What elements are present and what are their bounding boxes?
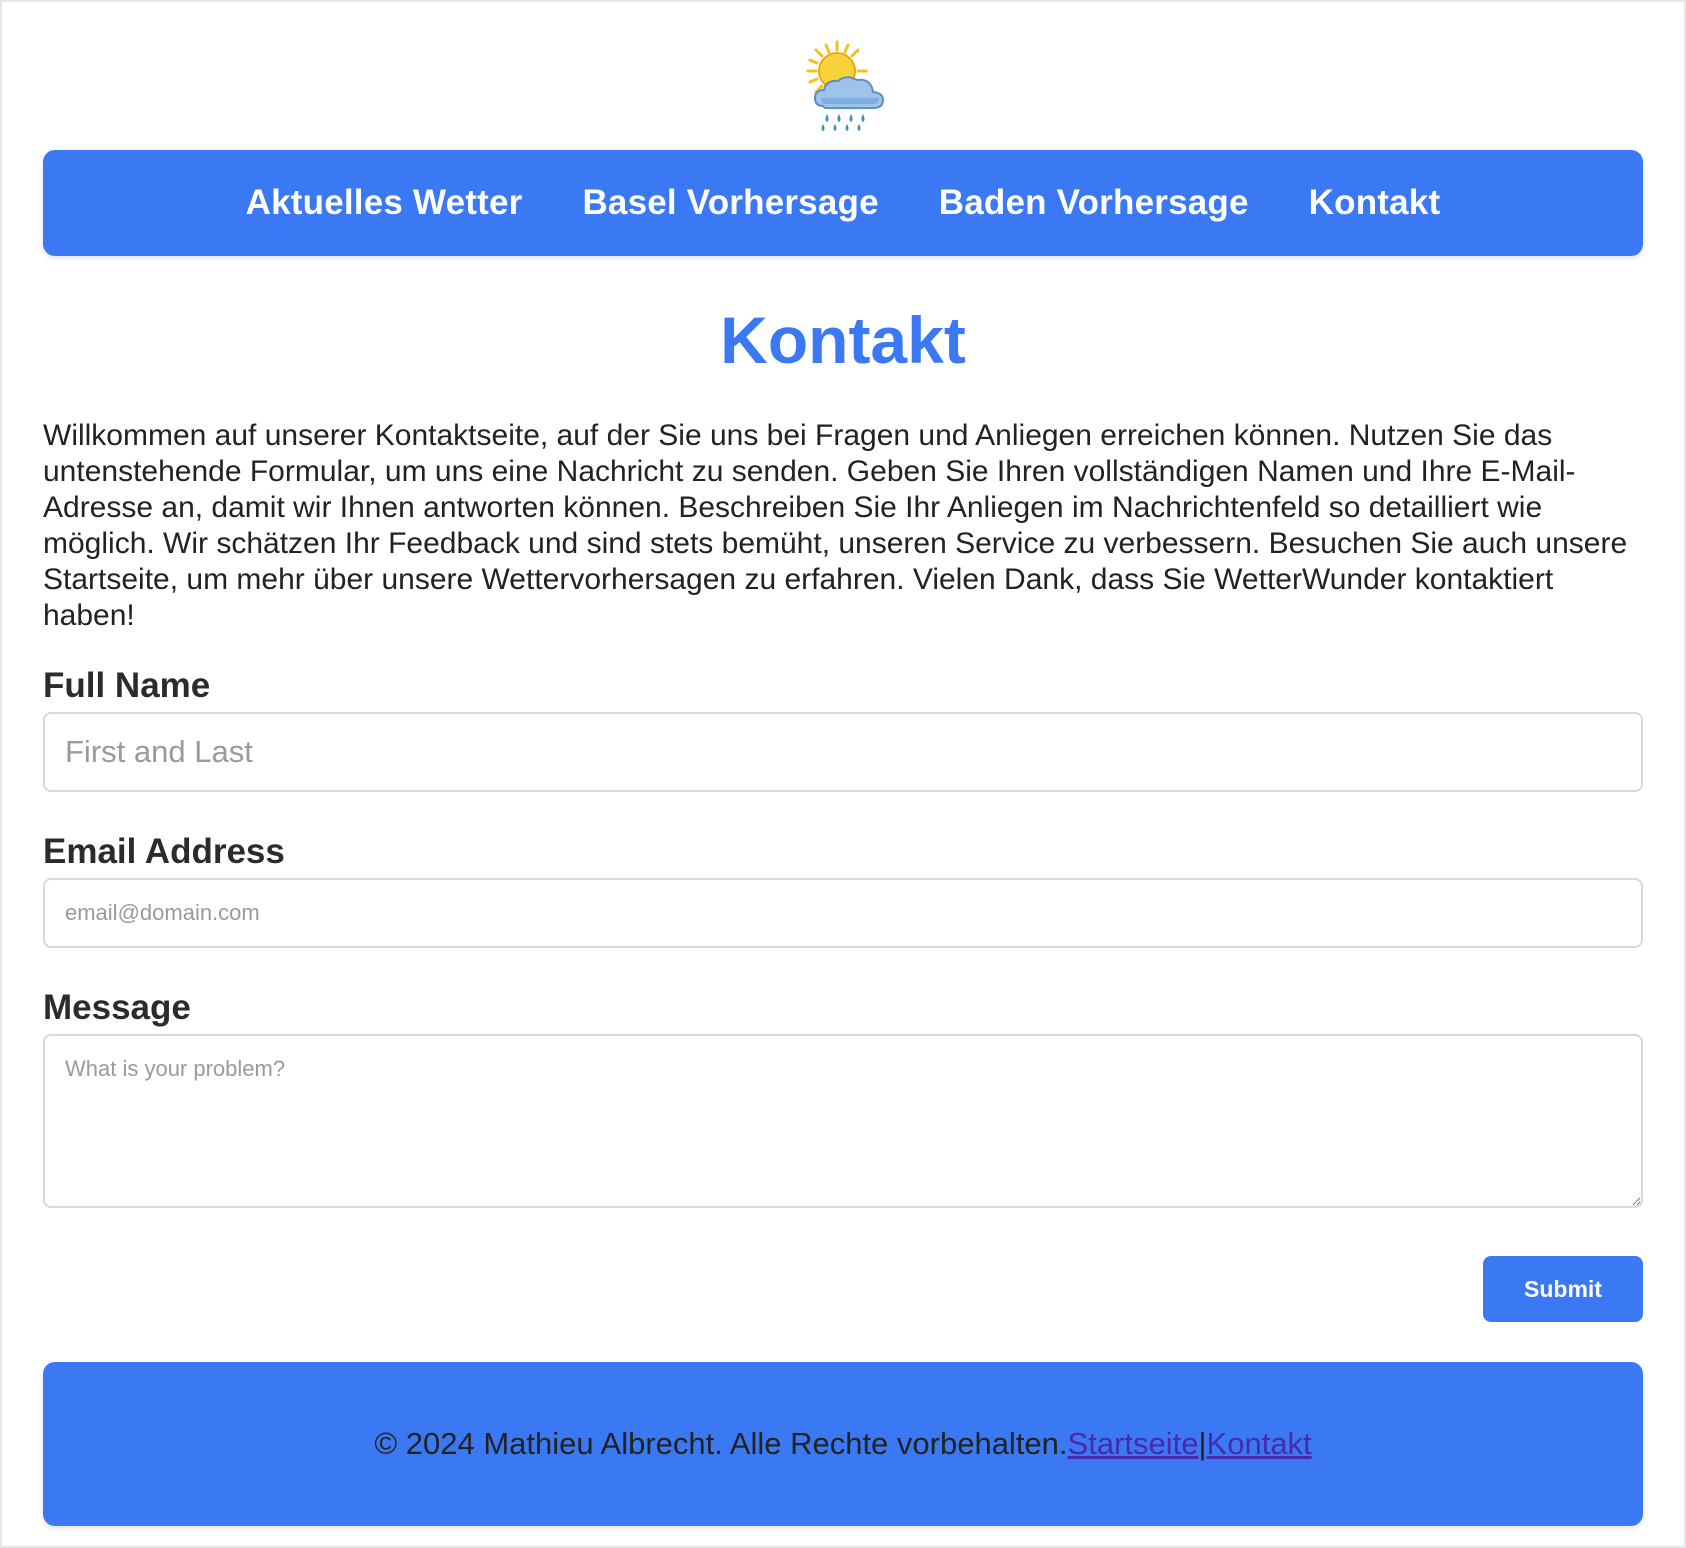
site-logo [43,40,1643,150]
message-textarea[interactable] [43,1034,1643,1208]
footer-link-startseite[interactable]: Startseite [1068,1426,1199,1462]
nav-link-aktuelles-wetter[interactable]: Aktuelles Wetter [246,183,523,223]
footer-copyright: © 2024 Mathieu Albrecht. Alle Rechte vor… [374,1426,1068,1461]
submit-row: Submit [43,1256,1643,1322]
nav-link-baden-vorhersage[interactable]: Baden Vorhersage [939,183,1249,223]
page-container: Aktuelles Wetter Basel Vorhersage Baden … [43,2,1643,1526]
nav-link-basel-vorhersage[interactable]: Basel Vorhersage [582,183,878,223]
footer-link-kontakt[interactable]: Kontakt [1207,1426,1312,1462]
submit-button[interactable]: Submit [1483,1256,1643,1322]
nav-link-kontakt[interactable]: Kontakt [1309,183,1441,223]
contact-form: Full Name Email Address Message Submit [43,666,1643,1322]
main-navigation: Aktuelles Wetter Basel Vorhersage Baden … [43,150,1643,256]
message-label: Message [43,988,191,1027]
sun-behind-rain-cloud-icon [806,40,885,131]
page-title: Kontakt [720,303,966,377]
full-name-input[interactable] [43,712,1643,792]
email-input[interactable] [43,878,1643,948]
footer-separator: | [1198,1426,1207,1461]
full-name-label: Full Name [43,666,211,705]
page-footer: © 2024 Mathieu Albrecht. Alle Rechte vor… [43,1362,1643,1526]
page-frame: Aktuelles Wetter Basel Vorhersage Baden … [0,0,1686,1548]
email-label: Email Address [43,832,285,871]
intro-paragraph: Willkommen auf unserer Kontaktseite, auf… [43,419,1628,632]
